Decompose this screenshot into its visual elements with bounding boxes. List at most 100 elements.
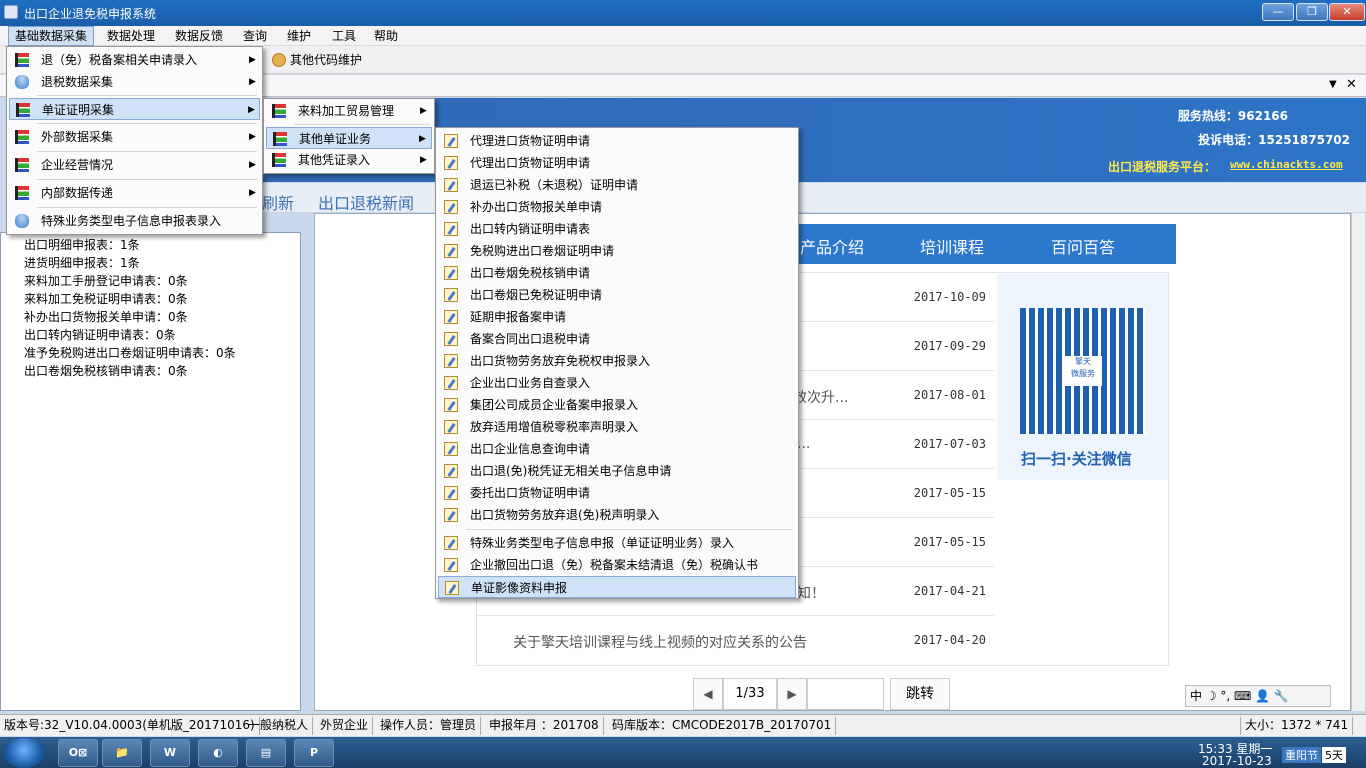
menu-item-processing-trade[interactable]: 来料加工贸易管理 ▶	[266, 100, 432, 122]
stat-item: 出口转内销证明申请表：0条	[24, 328, 176, 342]
news-title[interactable]: ...	[797, 436, 810, 452]
menu-item-label: 其他凭证录入	[298, 153, 371, 167]
menu-tools[interactable]: 工具	[326, 26, 362, 46]
menu-maintain[interactable]: 维护	[281, 26, 317, 46]
menu-item-label: 补办出口货物报关单申请	[470, 200, 603, 214]
menu-item-doc[interactable]: 出口转内销证明申请表	[438, 218, 796, 240]
days-badge[interactable]: 5天	[1322, 747, 1346, 763]
edit-form-icon	[444, 354, 458, 368]
menu-item-label: 特殊业务类型电子信息申报表录入	[41, 214, 222, 228]
tab-training[interactable]: 培训课程	[920, 234, 984, 258]
menu-item-internal-transfer[interactable]: 内部数据传递 ▶	[9, 182, 260, 204]
menu-item-doc[interactable]: 放弃适用增值税零税率声明录入	[438, 416, 796, 438]
refresh-link[interactable]: 刷新	[262, 190, 294, 214]
menu-item-doc[interactable]: 出口货物劳务放弃免税权申报录入	[438, 350, 796, 372]
menu-item-doc[interactable]: 退运已补税（未退税）证明申请	[438, 174, 796, 196]
page-jump-input[interactable]	[807, 678, 884, 710]
menu-item-label: 退运已补税（未退税）证明申请	[470, 178, 639, 192]
nav-line	[262, 183, 1366, 213]
menu-item-doc[interactable]: 出口退(免)税凭证无相关电子信息申请	[438, 460, 796, 482]
tab-faq[interactable]: 百问百答	[1051, 234, 1115, 258]
menu-query[interactable]: 查询	[237, 26, 273, 46]
menu-item-doc[interactable]: 延期申报备案申请	[438, 306, 796, 328]
news-date: 2017-09-29	[913, 339, 986, 353]
taskbar-app-explorer[interactable]: 📁	[102, 739, 142, 767]
clock-date[interactable]: 2017-10-23	[1202, 754, 1272, 768]
menu-separator	[37, 179, 257, 180]
news-title[interactable]: 知！	[797, 583, 825, 603]
tab-product-intro[interactable]: 产品介绍	[800, 234, 864, 258]
menu-item-doc[interactable]: 备案合同出口退税申请	[438, 328, 796, 350]
tab-close-icon[interactable]: ✕	[1346, 77, 1357, 92]
gear-icon	[272, 53, 286, 67]
menu-item-label: 出口企业信息查询申请	[470, 442, 591, 456]
menu-item-doc[interactable]: 特殊业务类型电子信息申报（单证证明业务）录入	[438, 532, 796, 554]
menu-item-image-upload[interactable]: 单证影像资料申报	[438, 576, 796, 598]
menu-item-doc[interactable]: 补办出口货物报关单申请	[438, 196, 796, 218]
menu-item-external-data[interactable]: 外部数据采集 ▶	[9, 126, 260, 148]
festival-badge[interactable]: 重阳节	[1282, 747, 1321, 763]
menu-help[interactable]: 帮助	[368, 26, 404, 46]
edit-form-icon	[445, 581, 459, 595]
menu-item-doc[interactable]: 代理进口货物证明申请	[438, 130, 796, 152]
minimize-button[interactable]: —	[1262, 3, 1294, 21]
edit-form-icon	[444, 442, 458, 456]
menu-item-document-cert[interactable]: 单证证明采集 ▶	[9, 98, 260, 120]
tax-news-link[interactable]: 出口退税新闻	[318, 190, 414, 214]
list-icon	[15, 130, 29, 144]
menu-item-label: 企业撤回出口退（免）税备案未结清退（免）税确认书	[470, 558, 759, 572]
other-code-maintain-button[interactable]: 其他代码维护	[268, 50, 362, 70]
menu-item-doc[interactable]: 出口企业信息查询申请	[438, 438, 796, 460]
menu-item-doc[interactable]: 免税购进出口卷烟证明申请	[438, 240, 796, 262]
page-jump-button[interactable]: 跳转	[890, 678, 950, 710]
menu-data-feedback[interactable]: 数据反馈	[169, 26, 229, 46]
taskbar-app-tax-system[interactable]: ▤	[246, 739, 286, 767]
taskbar-app-powerpoint[interactable]: P	[294, 739, 334, 767]
close-button[interactable]: ✕	[1329, 3, 1365, 21]
menu-item-doc[interactable]: 集团公司成员企业备案申报录入	[438, 394, 796, 416]
menu-item-label: 企业经营情况	[41, 158, 114, 172]
vertical-scrollbar[interactable]	[1351, 213, 1365, 711]
prev-page-button[interactable]: ◀	[693, 678, 723, 710]
menu-item-tax-data[interactable]: 退税数据采集 ▶	[9, 71, 260, 93]
news-date: 2017-04-21	[913, 584, 986, 598]
menu-item-label: 企业出口业务自查录入	[470, 376, 591, 390]
news-date: 2017-05-15	[913, 535, 986, 549]
menu-item-business-status[interactable]: 企业经营情况 ▶	[9, 154, 260, 176]
menu-basic-data[interactable]: 基础数据采集	[8, 26, 95, 46]
taskbar-app-ie[interactable]: ◐	[198, 739, 238, 767]
ime-toolbar[interactable]: 中 ☽ °, ⌨ 👤 🔧	[1185, 685, 1331, 707]
menu-item-filing-entry[interactable]: 退（免）税备案相关申请录入 ▶	[9, 49, 260, 71]
platform-link[interactable]: www.chinackts.com	[1230, 158, 1343, 171]
menu-item-doc[interactable]: 企业撤回出口退（免）税备案未结清退（免）税确认书	[438, 554, 796, 576]
restore-button[interactable]: ❐	[1296, 3, 1328, 21]
submenu-arrow-icon: ▶	[249, 132, 256, 142]
menu-item-other-documents[interactable]: 其他单证业务 ▶	[266, 127, 432, 149]
taskbar-app-outlook[interactable]: O⊠	[58, 739, 98, 767]
news-date: 2017-04-20	[913, 633, 986, 647]
menu-data-process[interactable]: 数据处理	[101, 26, 161, 46]
next-page-button[interactable]: ▶	[777, 678, 807, 710]
menu-item-doc[interactable]: 企业出口业务自查录入	[438, 372, 796, 394]
tab-list-icon[interactable]: ▼	[1329, 79, 1337, 90]
news-row[interactable]: 关于擎天培训课程与线上视频的对应关系的公告 2017-04-20	[477, 617, 994, 665]
edit-form-icon	[444, 244, 458, 258]
menu-item-label: 出口卷烟已免税证明申请	[470, 288, 603, 302]
news-title[interactable]: 效次升...	[793, 387, 848, 407]
menu-item-doc[interactable]: 代理出口货物证明申请	[438, 152, 796, 174]
menu-item-other-vouchers[interactable]: 其他凭证录入 ▶	[266, 149, 432, 171]
menu-item-doc[interactable]: 出口卷烟已免税证明申请	[438, 284, 796, 306]
menu-item-doc[interactable]: 出口货物劳务放弃退(免)税声明录入	[438, 504, 796, 526]
edit-form-icon	[444, 398, 458, 412]
news-date: 2017-10-09	[913, 290, 986, 304]
news-title[interactable]: 关于擎天培训课程与线上视频的对应关系的公告	[513, 632, 807, 652]
menu-item-doc[interactable]: 出口卷烟免税核销申请	[438, 262, 796, 284]
submenu-arrow-icon: ▶	[419, 134, 426, 144]
menu-item-doc[interactable]: 委托出口货物证明申请	[438, 482, 796, 504]
news-date: 2017-05-15	[913, 486, 986, 500]
status-enterprise-type: 外贸企业	[316, 717, 374, 735]
qr-code: 擎天 微服务	[1020, 308, 1146, 434]
start-button[interactable]	[4, 738, 44, 768]
taskbar-app-word[interactable]: W	[150, 739, 190, 767]
menu-item-special-business[interactable]: 特殊业务类型电子信息申报表录入	[9, 210, 260, 232]
